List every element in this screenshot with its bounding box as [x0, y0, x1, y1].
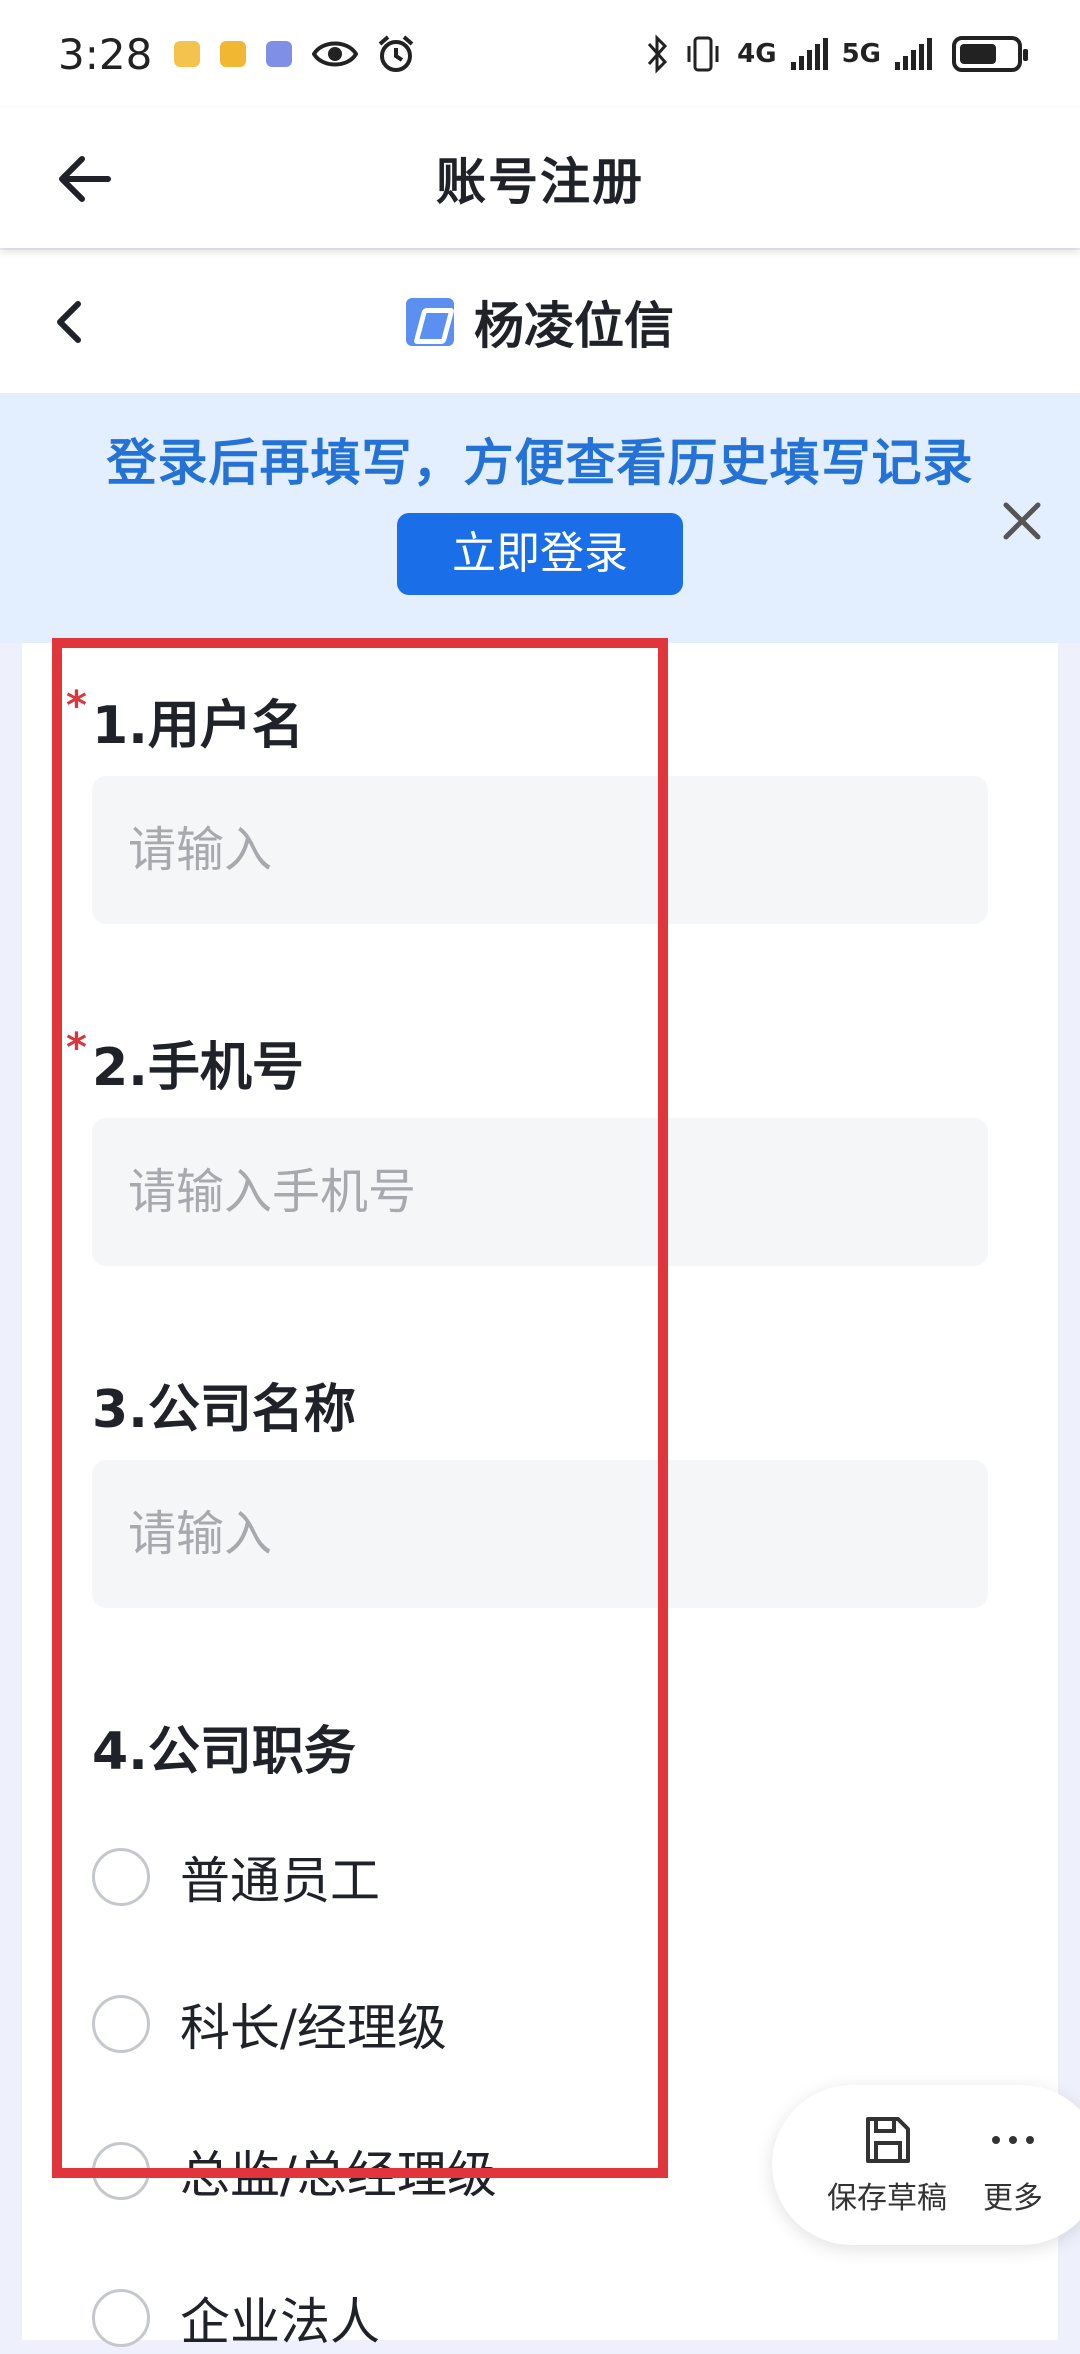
company-name-input[interactable] — [92, 1460, 988, 1608]
brand-name: 杨凌位信 — [474, 296, 674, 355]
login-banner-message: 登录后再填写，方便查看历史填写记录 — [106, 434, 974, 492]
save-icon — [866, 2117, 910, 2163]
radio-option[interactable]: 企业法人 — [92, 2282, 380, 2354]
signal-icon — [895, 38, 932, 70]
radio-button[interactable] — [92, 1995, 150, 2053]
question-label-phone: 2.手机号 — [92, 1038, 304, 1098]
radio-option-label: 总监/总经理级 — [180, 2146, 497, 2204]
question-label-username: 1.用户名 — [92, 696, 304, 756]
question-label-company-position: 4.公司职务 — [92, 1722, 356, 1782]
more-icon — [992, 2136, 1034, 2144]
status-bar: 3:28 4G 5G — [0, 0, 1080, 108]
question-label-company-name: 3.公司名称 — [92, 1380, 356, 1440]
phone-input[interactable] — [92, 1118, 988, 1266]
save-draft-label: 保存草稿 — [827, 2181, 947, 2216]
network-label: 4G — [737, 39, 777, 69]
login-now-button[interactable]: 立即登录 — [397, 513, 683, 595]
save-draft-button[interactable]: 保存草稿 — [827, 2113, 947, 2217]
more-label: 更多 — [983, 2181, 1043, 2216]
radio-option-label: 企业法人 — [180, 2293, 380, 2351]
radio-option[interactable]: 普通员工 — [92, 1841, 380, 1913]
notification-icon — [266, 41, 293, 67]
page-title: 账号注册 — [436, 153, 644, 211]
alarm-icon — [379, 35, 414, 72]
radio-button[interactable] — [92, 1848, 150, 1906]
radio-button[interactable] — [92, 2289, 150, 2347]
app-header: 账号注册 — [0, 108, 1080, 248]
required-mark: * — [66, 1025, 87, 1071]
eye-icon — [312, 41, 359, 67]
radio-option[interactable]: 科长/经理级 — [92, 1988, 447, 2060]
floating-action-bar: 保存草稿 更多 — [772, 2085, 1080, 2245]
username-input[interactable] — [92, 776, 988, 924]
notification-icon — [174, 41, 201, 67]
notification-icon — [220, 41, 247, 67]
chevron-left-icon[interactable] — [40, 292, 100, 352]
radio-button[interactable] — [92, 2142, 150, 2200]
brand: 杨凌位信 — [406, 286, 674, 358]
radio-option-label: 科长/经理级 — [180, 1999, 447, 2057]
status-time: 3:28 — [58, 29, 153, 79]
close-icon[interactable] — [994, 493, 1050, 549]
network-label: 5G — [841, 39, 881, 69]
battery-icon — [952, 36, 1028, 72]
bluetooth-icon — [648, 34, 668, 74]
signal-icon — [790, 38, 828, 70]
vibrate-icon — [687, 36, 719, 72]
more-button[interactable]: 更多 — [983, 2113, 1043, 2217]
required-mark: * — [66, 683, 87, 729]
brand-logo-icon — [406, 297, 454, 346]
radio-option[interactable]: 总监/总经理级 — [92, 2135, 497, 2207]
back-arrow-icon[interactable] — [52, 144, 122, 214]
login-banner: 登录后再填写，方便查看历史填写记录 立即登录 — [0, 393, 1080, 643]
radio-option-label: 普通员工 — [180, 1852, 380, 1910]
form-header: 杨凌位信 — [0, 250, 1080, 393]
